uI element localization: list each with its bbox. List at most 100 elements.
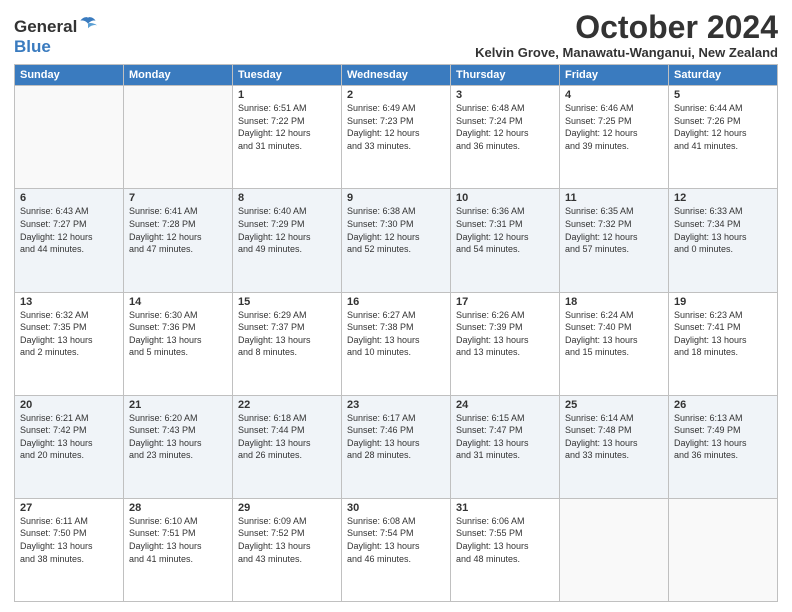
day-number: 26 xyxy=(674,399,772,411)
day-number: 15 xyxy=(238,296,336,308)
calendar-table: SundayMondayTuesdayWednesdayThursdayFrid… xyxy=(14,64,778,602)
subtitle: Kelvin Grove, Manawatu-Wanganui, New Zea… xyxy=(475,45,778,60)
calendar-day: 22Sunrise: 6:18 AMSunset: 7:44 PMDayligh… xyxy=(233,395,342,498)
day-info: Sunrise: 6:10 AMSunset: 7:51 PMDaylight:… xyxy=(129,515,227,565)
calendar-day: 10Sunrise: 6:36 AMSunset: 7:31 PMDayligh… xyxy=(451,189,560,292)
day-number: 7 xyxy=(129,192,227,204)
header: General Blue October 2024 Kelvin Grove, … xyxy=(14,10,778,60)
calendar-day: 13Sunrise: 6:32 AMSunset: 7:35 PMDayligh… xyxy=(15,292,124,395)
day-number: 27 xyxy=(20,502,118,514)
day-info: Sunrise: 6:40 AMSunset: 7:29 PMDaylight:… xyxy=(238,205,336,255)
calendar-day: 8Sunrise: 6:40 AMSunset: 7:29 PMDaylight… xyxy=(233,189,342,292)
calendar-day: 31Sunrise: 6:06 AMSunset: 7:55 PMDayligh… xyxy=(451,498,560,601)
day-info: Sunrise: 6:13 AMSunset: 7:49 PMDaylight:… xyxy=(674,412,772,462)
day-info: Sunrise: 6:41 AMSunset: 7:28 PMDaylight:… xyxy=(129,205,227,255)
day-info: Sunrise: 6:14 AMSunset: 7:48 PMDaylight:… xyxy=(565,412,663,462)
calendar-day: 9Sunrise: 6:38 AMSunset: 7:30 PMDaylight… xyxy=(342,189,451,292)
calendar-header-wednesday: Wednesday xyxy=(342,65,451,86)
day-info: Sunrise: 6:11 AMSunset: 7:50 PMDaylight:… xyxy=(20,515,118,565)
calendar-day-empty xyxy=(15,86,124,189)
day-number: 21 xyxy=(129,399,227,411)
day-number: 22 xyxy=(238,399,336,411)
day-info: Sunrise: 6:36 AMSunset: 7:31 PMDaylight:… xyxy=(456,205,554,255)
calendar-day-empty xyxy=(669,498,778,601)
day-number: 18 xyxy=(565,296,663,308)
calendar-day: 7Sunrise: 6:41 AMSunset: 7:28 PMDaylight… xyxy=(124,189,233,292)
calendar-week-row: 13Sunrise: 6:32 AMSunset: 7:35 PMDayligh… xyxy=(15,292,778,395)
day-info: Sunrise: 6:15 AMSunset: 7:47 PMDaylight:… xyxy=(456,412,554,462)
calendar-day: 6Sunrise: 6:43 AMSunset: 7:27 PMDaylight… xyxy=(15,189,124,292)
day-number: 19 xyxy=(674,296,772,308)
day-info: Sunrise: 6:18 AMSunset: 7:44 PMDaylight:… xyxy=(238,412,336,462)
calendar-day: 27Sunrise: 6:11 AMSunset: 7:50 PMDayligh… xyxy=(15,498,124,601)
calendar-day: 25Sunrise: 6:14 AMSunset: 7:48 PMDayligh… xyxy=(560,395,669,498)
day-number: 14 xyxy=(129,296,227,308)
calendar-day: 30Sunrise: 6:08 AMSunset: 7:54 PMDayligh… xyxy=(342,498,451,601)
logo-blue-text: Blue xyxy=(14,37,51,57)
day-number: 5 xyxy=(674,89,772,101)
calendar-day: 28Sunrise: 6:10 AMSunset: 7:51 PMDayligh… xyxy=(124,498,233,601)
logo-general-text: General xyxy=(14,17,77,37)
day-number: 23 xyxy=(347,399,445,411)
day-number: 6 xyxy=(20,192,118,204)
day-number: 16 xyxy=(347,296,445,308)
day-info: Sunrise: 6:44 AMSunset: 7:26 PMDaylight:… xyxy=(674,102,772,152)
calendar-header-sunday: Sunday xyxy=(15,65,124,86)
calendar-day: 2Sunrise: 6:49 AMSunset: 7:23 PMDaylight… xyxy=(342,86,451,189)
calendar-day: 11Sunrise: 6:35 AMSunset: 7:32 PMDayligh… xyxy=(560,189,669,292)
calendar-week-row: 20Sunrise: 6:21 AMSunset: 7:42 PMDayligh… xyxy=(15,395,778,498)
calendar-header-friday: Friday xyxy=(560,65,669,86)
calendar-header-saturday: Saturday xyxy=(669,65,778,86)
day-number: 17 xyxy=(456,296,554,308)
day-info: Sunrise: 6:06 AMSunset: 7:55 PMDaylight:… xyxy=(456,515,554,565)
day-number: 9 xyxy=(347,192,445,204)
calendar-day: 16Sunrise: 6:27 AMSunset: 7:38 PMDayligh… xyxy=(342,292,451,395)
calendar-day: 20Sunrise: 6:21 AMSunset: 7:42 PMDayligh… xyxy=(15,395,124,498)
day-info: Sunrise: 6:35 AMSunset: 7:32 PMDaylight:… xyxy=(565,205,663,255)
calendar-week-row: 1Sunrise: 6:51 AMSunset: 7:22 PMDaylight… xyxy=(15,86,778,189)
calendar-header-monday: Monday xyxy=(124,65,233,86)
calendar-week-row: 6Sunrise: 6:43 AMSunset: 7:27 PMDaylight… xyxy=(15,189,778,292)
calendar-day: 24Sunrise: 6:15 AMSunset: 7:47 PMDayligh… xyxy=(451,395,560,498)
calendar-day: 4Sunrise: 6:46 AMSunset: 7:25 PMDaylight… xyxy=(560,86,669,189)
day-number: 11 xyxy=(565,192,663,204)
day-number: 30 xyxy=(347,502,445,514)
calendar-day: 3Sunrise: 6:48 AMSunset: 7:24 PMDaylight… xyxy=(451,86,560,189)
calendar-day: 17Sunrise: 6:26 AMSunset: 7:39 PMDayligh… xyxy=(451,292,560,395)
calendar-header-tuesday: Tuesday xyxy=(233,65,342,86)
day-number: 4 xyxy=(565,89,663,101)
calendar-day: 29Sunrise: 6:09 AMSunset: 7:52 PMDayligh… xyxy=(233,498,342,601)
calendar-day: 23Sunrise: 6:17 AMSunset: 7:46 PMDayligh… xyxy=(342,395,451,498)
day-number: 10 xyxy=(456,192,554,204)
calendar-week-row: 27Sunrise: 6:11 AMSunset: 7:50 PMDayligh… xyxy=(15,498,778,601)
logo-bird-icon xyxy=(79,14,97,32)
day-number: 25 xyxy=(565,399,663,411)
day-number: 20 xyxy=(20,399,118,411)
day-info: Sunrise: 6:17 AMSunset: 7:46 PMDaylight:… xyxy=(347,412,445,462)
day-info: Sunrise: 6:09 AMSunset: 7:52 PMDaylight:… xyxy=(238,515,336,565)
day-info: Sunrise: 6:30 AMSunset: 7:36 PMDaylight:… xyxy=(129,309,227,359)
logo: General Blue xyxy=(14,14,97,57)
day-info: Sunrise: 6:27 AMSunset: 7:38 PMDaylight:… xyxy=(347,309,445,359)
day-number: 8 xyxy=(238,192,336,204)
day-number: 28 xyxy=(129,502,227,514)
calendar-day: 1Sunrise: 6:51 AMSunset: 7:22 PMDaylight… xyxy=(233,86,342,189)
day-info: Sunrise: 6:08 AMSunset: 7:54 PMDaylight:… xyxy=(347,515,445,565)
day-number: 2 xyxy=(347,89,445,101)
calendar-day: 12Sunrise: 6:33 AMSunset: 7:34 PMDayligh… xyxy=(669,189,778,292)
day-number: 31 xyxy=(456,502,554,514)
day-number: 29 xyxy=(238,502,336,514)
calendar-day: 14Sunrise: 6:30 AMSunset: 7:36 PMDayligh… xyxy=(124,292,233,395)
day-number: 12 xyxy=(674,192,772,204)
calendar-day-empty xyxy=(124,86,233,189)
calendar-day: 15Sunrise: 6:29 AMSunset: 7:37 PMDayligh… xyxy=(233,292,342,395)
title-block: October 2024 Kelvin Grove, Manawatu-Wang… xyxy=(475,10,778,60)
day-info: Sunrise: 6:20 AMSunset: 7:43 PMDaylight:… xyxy=(129,412,227,462)
day-info: Sunrise: 6:48 AMSunset: 7:24 PMDaylight:… xyxy=(456,102,554,152)
calendar-day-empty xyxy=(560,498,669,601)
calendar-header-thursday: Thursday xyxy=(451,65,560,86)
calendar-day: 26Sunrise: 6:13 AMSunset: 7:49 PMDayligh… xyxy=(669,395,778,498)
day-info: Sunrise: 6:38 AMSunset: 7:30 PMDaylight:… xyxy=(347,205,445,255)
calendar-day: 18Sunrise: 6:24 AMSunset: 7:40 PMDayligh… xyxy=(560,292,669,395)
day-info: Sunrise: 6:29 AMSunset: 7:37 PMDaylight:… xyxy=(238,309,336,359)
